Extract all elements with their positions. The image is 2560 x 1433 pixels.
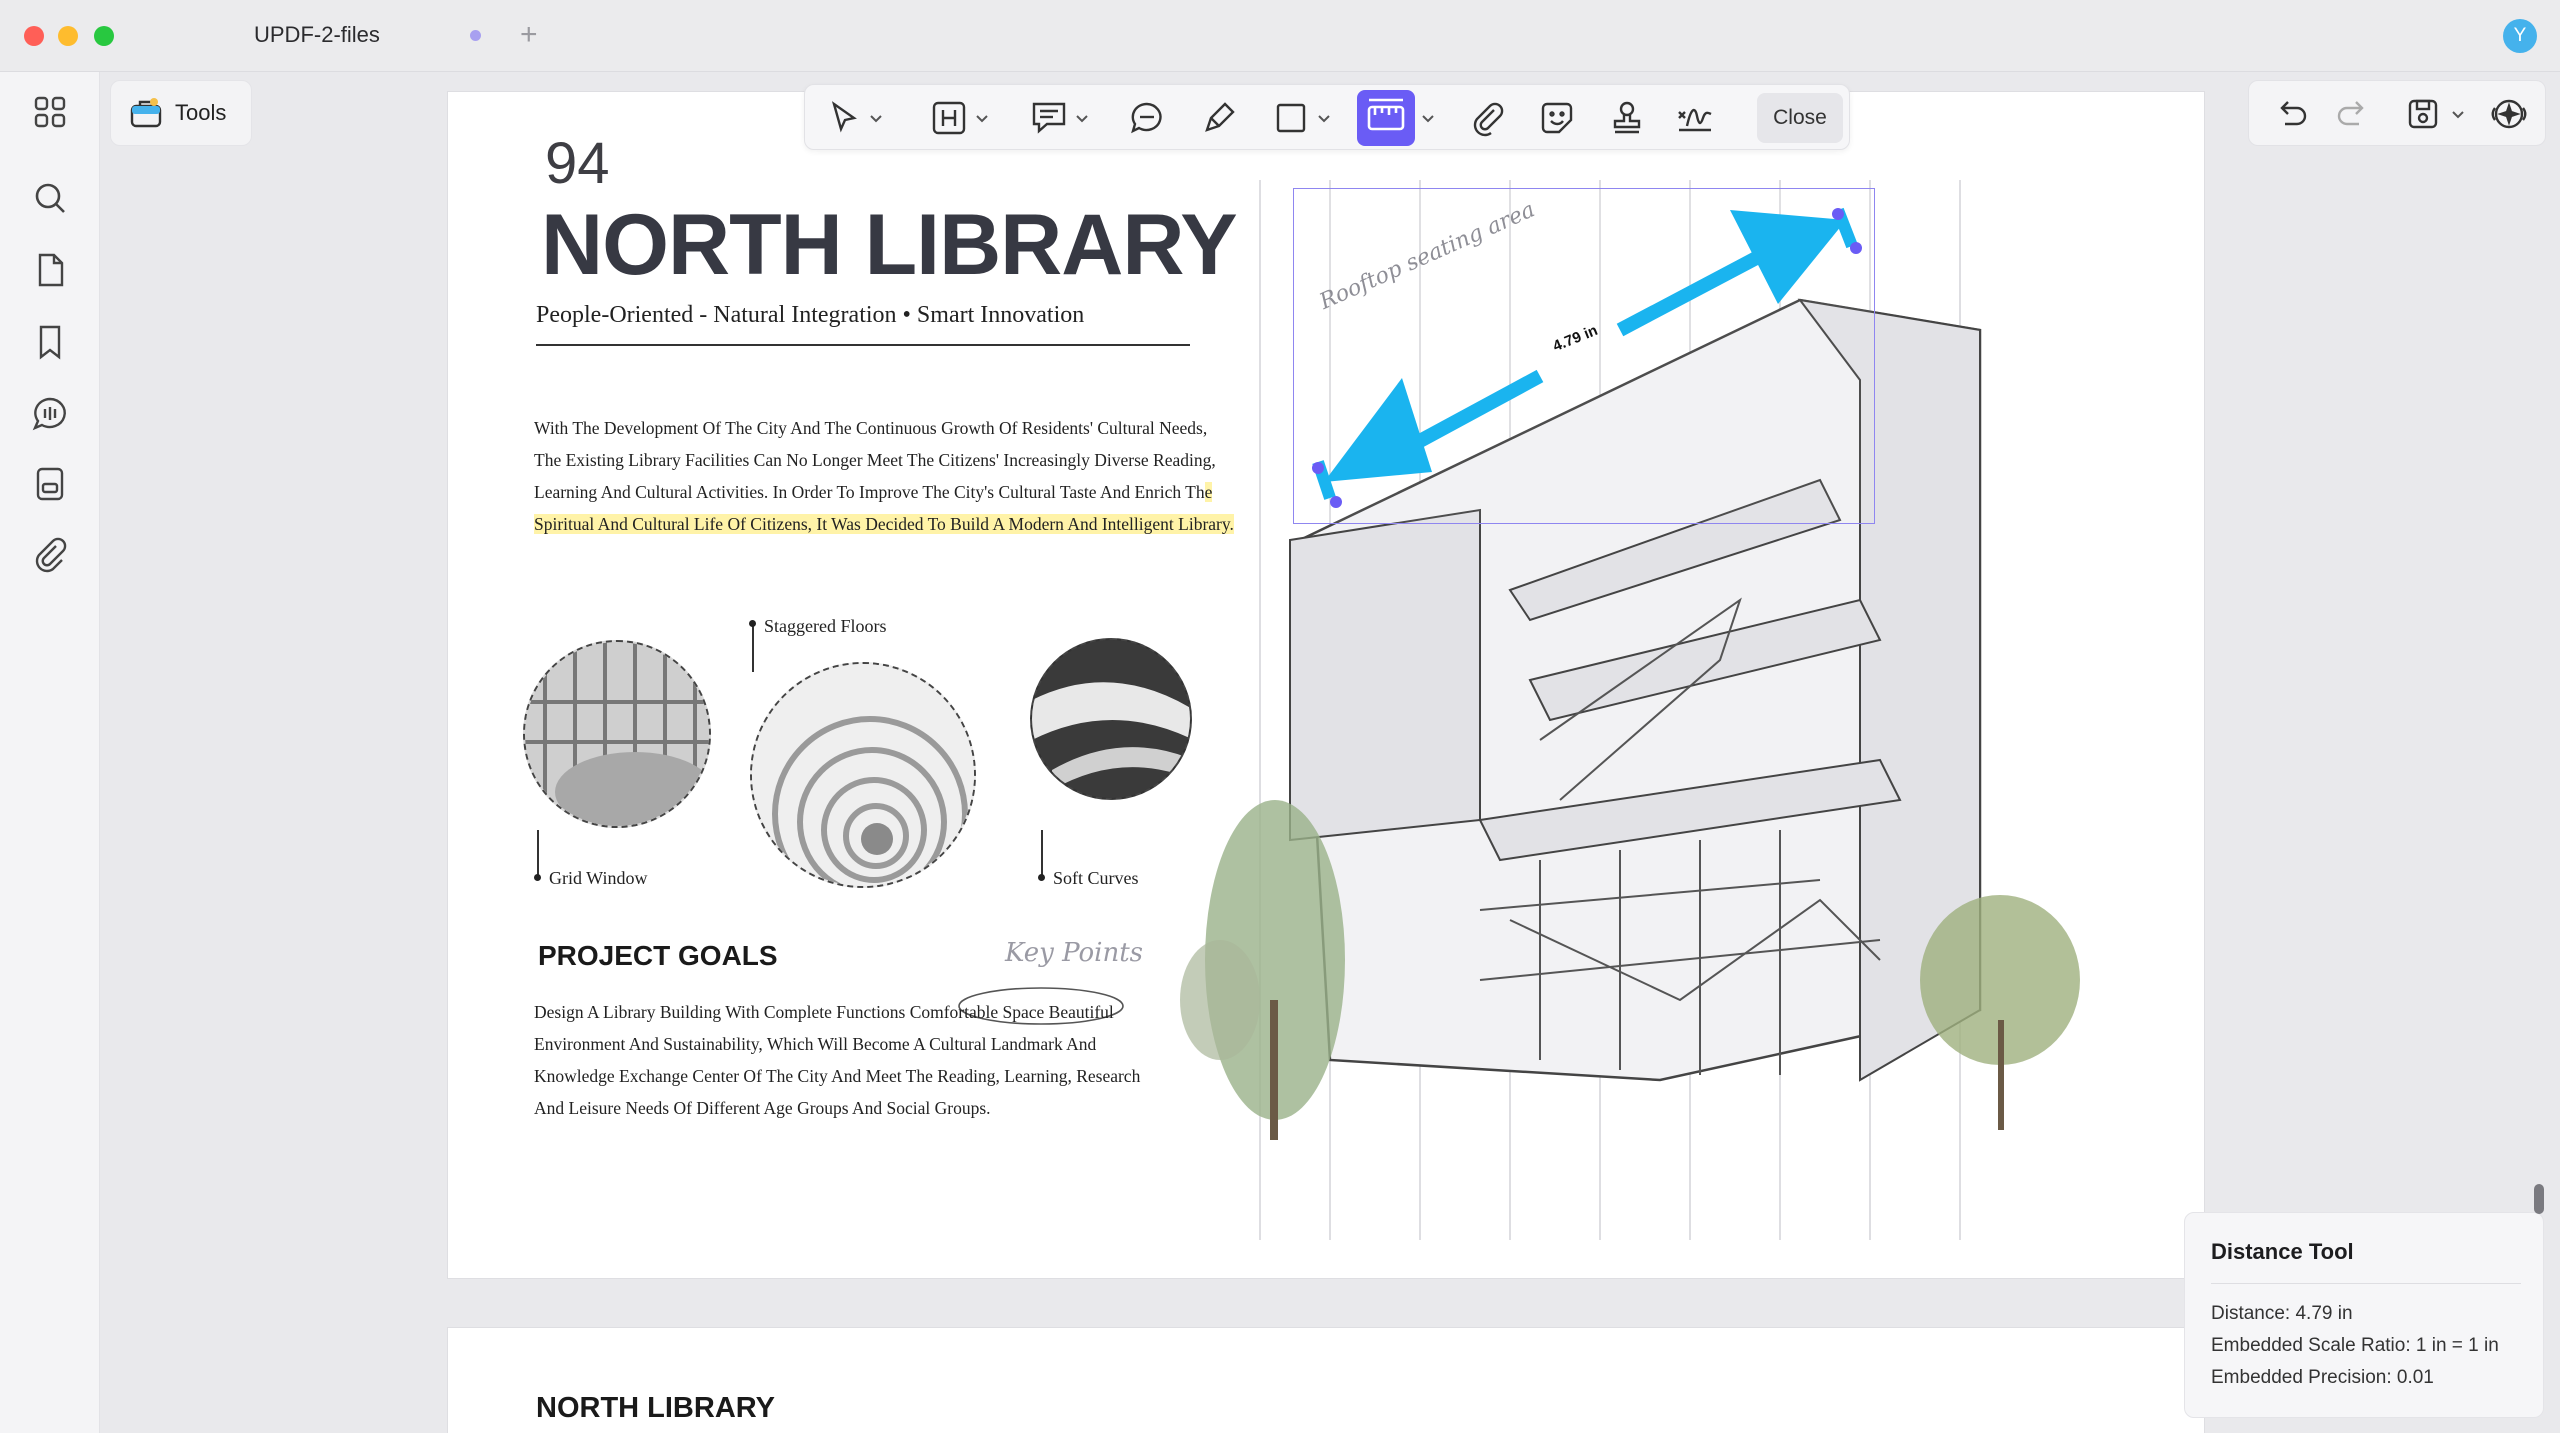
attachment-icon[interactable] (1467, 98, 1507, 138)
caption-dot (749, 620, 756, 627)
caption-grid-window: Grid Window (549, 868, 648, 888)
tools-button[interactable]: Tools (110, 80, 252, 146)
chevron-down-icon[interactable] (1419, 107, 1437, 129)
annotation-toolbar: Close (804, 84, 1850, 150)
tools-label: Tools (175, 100, 227, 125)
save-icon[interactable] (2403, 94, 2443, 134)
caption-dot (1038, 874, 1045, 881)
project-goals-paragraph[interactable]: Design A Library Building With Complete … (534, 996, 1154, 1124)
key-points-annotation[interactable]: Key Points (1005, 938, 1143, 968)
precision-value: Embedded Precision: 0.01 (2211, 1367, 2434, 1388)
chevron-down-icon[interactable] (1315, 107, 1333, 129)
zoom-window-button[interactable] (94, 26, 114, 46)
rectangle-shape-icon[interactable] (1271, 98, 1311, 138)
stamp-icon[interactable] (1607, 98, 1647, 138)
undo-icon[interactable] (2271, 94, 2311, 134)
page-2-title: NORTH LIBRARY (536, 1392, 775, 1424)
grid-window-photo (523, 640, 711, 828)
chevron-down-icon[interactable] (973, 107, 991, 129)
distance-tool-panel: Distance Tool Distance: 4.79 in Embedded… (2184, 1212, 2544, 1418)
chevron-down-icon[interactable] (867, 107, 885, 129)
right-toolbar (2248, 80, 2546, 146)
ai-assistant-icon[interactable] (2489, 94, 2529, 134)
chevron-down-icon[interactable] (1073, 107, 1091, 129)
caption-staggered-floors: Staggered Floors (764, 616, 887, 636)
caption-leader (537, 830, 539, 880)
bookmark-icon[interactable] (30, 322, 70, 362)
caption-dot (534, 874, 541, 881)
redo-icon[interactable] (2333, 94, 2373, 134)
chevron-down-icon[interactable] (2449, 103, 2467, 125)
intro-text: With The Development Of The City And The… (534, 418, 1216, 502)
distance-value: Distance: 4.79 in (2211, 1303, 2353, 1324)
caption-leader (1041, 830, 1043, 880)
close-window-button[interactable] (24, 26, 44, 46)
page-number: 94 (545, 131, 610, 196)
comment-bubble-icon[interactable] (1127, 98, 1167, 138)
intro-paragraph[interactable]: With The Development Of The City And The… (534, 412, 1234, 540)
caption-leader (752, 622, 754, 672)
pages-icon[interactable] (30, 250, 70, 290)
avatar[interactable]: Y (2503, 19, 2537, 53)
unsaved-dot-icon (470, 30, 481, 41)
project-goals-heading: PROJECT GOALS (538, 940, 778, 971)
caption-soft-curves: Soft Curves (1053, 868, 1139, 888)
staggered-floors-photo (750, 662, 976, 888)
page-title: NORTH LIBRARY (541, 197, 1238, 293)
distance-tool-title: Distance Tool (2211, 1239, 2354, 1264)
left-sidebar (0, 72, 100, 1433)
select-cursor-icon[interactable] (823, 98, 863, 138)
document-tab-title[interactable]: UPDF-2-files (254, 22, 380, 48)
scale-ratio-value: Embedded Scale Ratio: 1 in = 1 in (2211, 1335, 2499, 1356)
apps-grid-icon[interactable] (30, 92, 70, 132)
new-tab-button[interactable]: + (520, 16, 538, 54)
vertical-scrollbar[interactable] (2534, 1184, 2544, 1214)
panel-divider (2211, 1283, 2521, 1284)
signature-icon[interactable] (1675, 98, 1715, 138)
search-icon[interactable] (30, 178, 70, 218)
toolbox-icon (130, 98, 162, 128)
title-bar: UPDF-2-files + Y (0, 0, 2560, 72)
close-toolbar-button[interactable]: Close (1757, 93, 1843, 143)
soft-curves-photo (1030, 638, 1192, 800)
pencil-icon[interactable] (1199, 98, 1239, 138)
sticker-icon[interactable] (1537, 98, 1577, 138)
page-subtitle: People-Oriented - Natural Integration • … (536, 302, 1085, 328)
minimize-window-button[interactable] (58, 26, 78, 46)
text-highlight-icon[interactable] (929, 98, 969, 138)
title-divider (536, 344, 1190, 346)
forms-icon[interactable] (30, 464, 70, 504)
comment-icon[interactable] (30, 394, 70, 434)
distance-measure-line[interactable] (1290, 190, 1890, 530)
sticky-note-icon[interactable] (1029, 98, 1069, 138)
attachment-icon[interactable] (30, 534, 70, 574)
measure-icon[interactable] (1357, 90, 1415, 146)
